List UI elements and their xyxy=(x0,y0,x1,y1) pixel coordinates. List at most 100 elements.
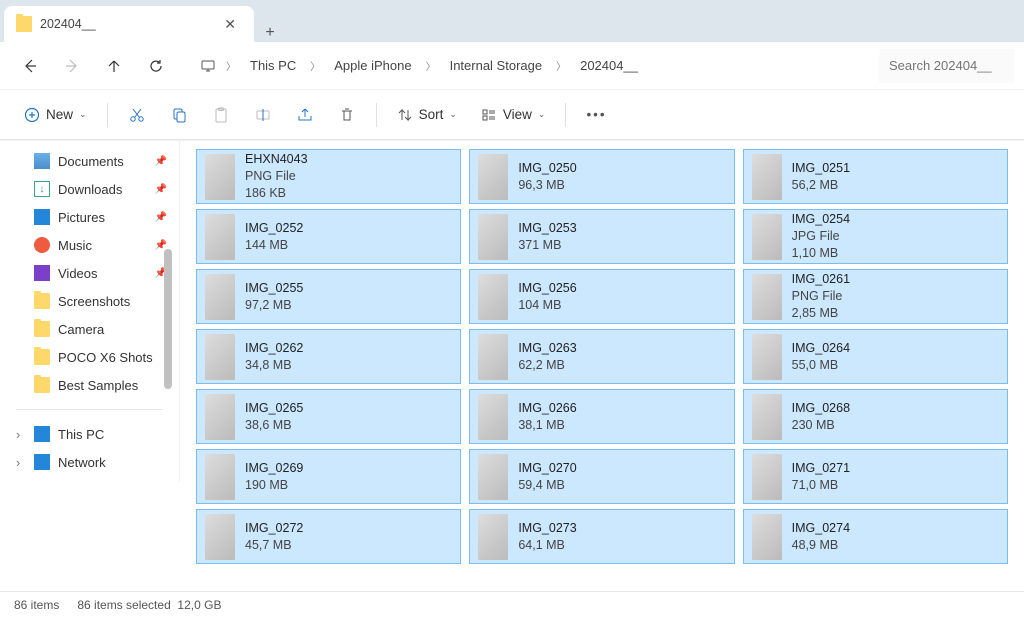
more-button[interactable]: ••• xyxy=(576,98,616,132)
sidebar-item-videos[interactable]: Videos📌 xyxy=(4,259,175,287)
folder-icon xyxy=(34,349,50,365)
breadcrumb-item[interactable]: Internal Storage xyxy=(446,52,547,79)
file-item[interactable]: IMG_0256104 MB xyxy=(469,269,734,324)
refresh-button[interactable] xyxy=(136,48,176,84)
file-item[interactable]: IMG_027171,0 MB xyxy=(743,449,1008,504)
sidebar-item-camera[interactable]: Camera xyxy=(4,315,175,343)
file-item[interactable]: IMG_0254JPG File1,10 MB xyxy=(743,209,1008,264)
browser-tab[interactable]: 202404__ ✕ xyxy=(4,6,254,42)
view-label: View xyxy=(503,107,532,122)
back-button[interactable] xyxy=(10,48,50,84)
close-icon[interactable]: ✕ xyxy=(218,14,242,35)
file-item[interactable]: EHXN4043PNG File186 KB xyxy=(196,149,461,204)
file-grid: EHXN4043PNG File186 KBIMG_025096,3 MBIMG… xyxy=(180,141,1024,591)
cut-button[interactable] xyxy=(118,98,156,132)
delete-button[interactable] xyxy=(328,98,366,132)
file-name: IMG_0273 xyxy=(518,520,576,537)
file-item[interactable]: IMG_025156,2 MB xyxy=(743,149,1008,204)
file-item[interactable]: IMG_0253371 MB xyxy=(469,209,734,264)
scrollbar-thumb[interactable] xyxy=(164,249,172,389)
file-info: IMG_027171,0 MB xyxy=(792,460,850,494)
music-icon xyxy=(34,237,50,253)
new-button[interactable]: New ⌄ xyxy=(14,98,97,132)
file-size: 186 KB xyxy=(245,185,308,202)
breadcrumb-item[interactable]: This PC xyxy=(246,52,300,79)
rename-button[interactable] xyxy=(244,98,282,132)
sort-button[interactable]: Sort ⌄ xyxy=(387,98,467,132)
chevron-right-icon: 〉 xyxy=(304,58,326,73)
copy-button[interactable] xyxy=(160,98,198,132)
file-info: IMG_025096,3 MB xyxy=(518,160,576,194)
file-detail: 371 MB xyxy=(518,237,576,254)
file-name: IMG_0255 xyxy=(245,280,303,297)
file-detail: 38,1 MB xyxy=(518,417,576,434)
sidebar-item-poco-x6-shots[interactable]: POCO X6 Shots xyxy=(4,343,175,371)
sidebar-item-network[interactable]: Network xyxy=(4,448,175,476)
file-item[interactable]: IMG_026455,0 MB xyxy=(743,329,1008,384)
file-detail: 48,9 MB xyxy=(792,537,850,554)
file-detail: PNG File xyxy=(245,168,308,185)
file-name: IMG_0250 xyxy=(518,160,576,177)
file-item[interactable]: IMG_026362,2 MB xyxy=(469,329,734,384)
breadcrumb-item[interactable]: Apple iPhone xyxy=(330,52,415,79)
copy-icon xyxy=(170,106,188,124)
file-item[interactable]: IMG_025096,3 MB xyxy=(469,149,734,204)
file-item[interactable]: IMG_026538,6 MB xyxy=(196,389,461,444)
address-bar[interactable]: 〉 This PC 〉 Apple iPhone 〉 Internal Stor… xyxy=(192,48,877,84)
up-button[interactable] xyxy=(94,48,134,84)
sidebar-label: This PC xyxy=(58,427,104,442)
file-thumbnail xyxy=(478,334,508,380)
file-item[interactable]: IMG_0269190 MB xyxy=(196,449,461,504)
file-item[interactable]: IMG_0261PNG File2,85 MB xyxy=(743,269,1008,324)
file-name: IMG_0254 xyxy=(792,211,850,228)
file-item[interactable]: IMG_026638,1 MB xyxy=(469,389,734,444)
sidebar-item-documents[interactable]: Documents📌 xyxy=(4,147,175,175)
file-item[interactable]: IMG_026234,8 MB xyxy=(196,329,461,384)
sidebar-label: Best Samples xyxy=(58,378,138,393)
sidebar-label: Videos xyxy=(58,266,98,281)
sidebar: Documents📌↓Downloads📌Pictures📌Music📌Vide… xyxy=(0,141,180,482)
file-item[interactable]: IMG_027245,7 MB xyxy=(196,509,461,564)
paste-button[interactable] xyxy=(202,98,240,132)
pc-icon xyxy=(34,426,50,442)
file-info: IMG_027245,7 MB xyxy=(245,520,303,554)
file-item[interactable]: IMG_0252144 MB xyxy=(196,209,461,264)
breadcrumb-item[interactable]: 202404__ xyxy=(576,52,642,79)
file-info: IMG_0252144 MB xyxy=(245,220,303,254)
file-info: IMG_027448,9 MB xyxy=(792,520,850,554)
video-icon xyxy=(34,265,50,281)
file-thumbnail xyxy=(205,514,235,560)
new-tab-button[interactable]: + xyxy=(254,24,286,42)
chevron-right-icon: 〉 xyxy=(420,58,442,73)
pin-icon: 📌 xyxy=(155,212,167,223)
forward-button[interactable] xyxy=(52,48,92,84)
chevron-down-icon: ⌄ xyxy=(538,109,546,120)
sidebar-item-this-pc[interactable]: This PC xyxy=(4,420,175,448)
file-item[interactable]: IMG_027448,9 MB xyxy=(743,509,1008,564)
folder-icon xyxy=(34,293,50,309)
sidebar-item-pictures[interactable]: Pictures📌 xyxy=(4,203,175,231)
file-info: IMG_026234,8 MB xyxy=(245,340,303,374)
toolbar: New ⌄ Sort ⌄ View ⌄ ••• xyxy=(0,90,1024,140)
search-input[interactable] xyxy=(879,49,1014,83)
file-detail: 96,3 MB xyxy=(518,177,576,194)
file-thumbnail xyxy=(752,334,782,380)
sidebar-item-downloads[interactable]: ↓Downloads📌 xyxy=(4,175,175,203)
file-size: 2,85 MB xyxy=(792,305,850,322)
sidebar-item-best-samples[interactable]: Best Samples xyxy=(4,371,175,399)
file-item[interactable]: IMG_0268230 MB xyxy=(743,389,1008,444)
sidebar-item-music[interactable]: Music📌 xyxy=(4,231,175,259)
file-item[interactable]: IMG_027059,4 MB xyxy=(469,449,734,504)
file-name: IMG_0253 xyxy=(518,220,576,237)
trash-icon xyxy=(338,106,356,124)
file-info: IMG_027059,4 MB xyxy=(518,460,576,494)
file-info: IMG_0269190 MB xyxy=(245,460,303,494)
file-thumbnail xyxy=(478,214,508,260)
file-detail: 71,0 MB xyxy=(792,477,850,494)
file-name: IMG_0256 xyxy=(518,280,576,297)
sidebar-item-screenshots[interactable]: Screenshots xyxy=(4,287,175,315)
share-button[interactable] xyxy=(286,98,324,132)
view-button[interactable]: View ⌄ xyxy=(471,98,556,132)
file-item[interactable]: IMG_027364,1 MB xyxy=(469,509,734,564)
file-item[interactable]: IMG_025597,2 MB xyxy=(196,269,461,324)
